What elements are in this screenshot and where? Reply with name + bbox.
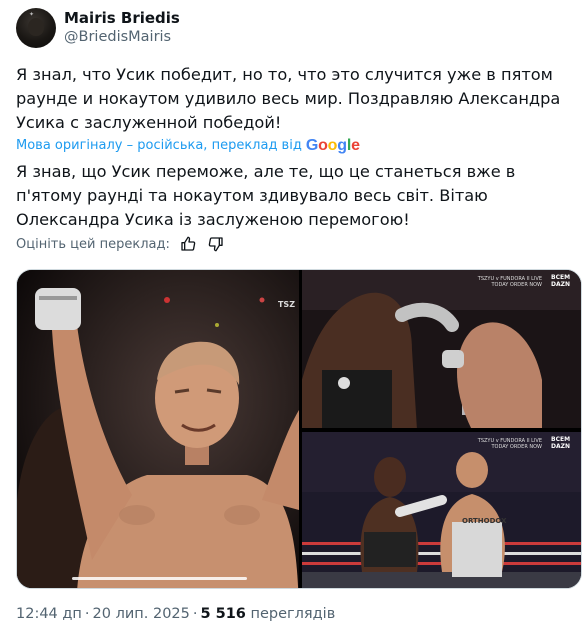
broadcast-badge-top: ВСЕМ DAZN xyxy=(551,274,571,288)
avatar[interactable]: ✦ xyxy=(16,8,56,48)
author-display-name[interactable]: Mairis Briedis xyxy=(64,9,180,28)
media-grid: TSZ TSZYU v FUNDORA II LIVE TODAY ORDER … xyxy=(16,269,582,589)
tweet-time[interactable]: 12:44 дп xyxy=(16,606,82,622)
boxer-celebrating-illustration xyxy=(17,270,299,588)
media-image-top-right[interactable]: TSZYU v FUNDORA II LIVE TODAY ORDER NOW … xyxy=(302,270,581,428)
broadcast-badge-bot: ВСЕМ DAZN xyxy=(551,436,571,450)
media-image-bottom-right[interactable]: ORTHODOX TSZYU v FUNDORA II LIVE TODAY O… xyxy=(302,432,581,588)
author-names: Mairis Briedis @BriedisMairis xyxy=(64,9,180,47)
punch-scene-illustration xyxy=(302,270,581,428)
tweet-date[interactable]: 20 лип. 2025 xyxy=(93,606,190,622)
tweet-header: ✦ Mairis Briedis @BriedisMairis xyxy=(16,8,180,48)
views-label: переглядів xyxy=(250,606,336,622)
translation-note-text: Мова оригіналу – російська, переклад від xyxy=(16,138,302,153)
knockout-scene-illustration xyxy=(302,432,581,588)
thumbs-down-icon[interactable] xyxy=(206,234,226,254)
media-image-main[interactable]: TSZ xyxy=(17,270,299,588)
translation-note-link[interactable]: Мова оригіналу – російська, переклад від… xyxy=(16,136,360,156)
broadcast-overlay-top: TSZYU v FUNDORA II LIVE TODAY ORDER NOW xyxy=(477,276,542,288)
views-count: 5 516 xyxy=(200,606,246,622)
broadcast-corner-text: TSZ xyxy=(277,300,295,309)
google-logo: Google xyxy=(305,137,360,154)
trunks-text: ORTHODOX xyxy=(462,517,507,525)
broadcast-overlay-bot: TSZYU v FUNDORA II LIVE TODAY ORDER NOW xyxy=(477,438,542,450)
author-handle[interactable]: @BriedisMairis xyxy=(64,28,180,47)
thumbs-up-icon[interactable] xyxy=(178,234,198,254)
rate-translation-label: Оцініть цей переклад: xyxy=(16,236,170,252)
tweet-footer: 12:44 дп · 20 лип. 2025 · 5 516 переглядів xyxy=(16,606,336,622)
rate-translation: Оцініть цей переклад: xyxy=(16,234,226,254)
tweet-original-text: Я знал, что Усик победит, но то, что это… xyxy=(16,65,561,132)
tweet-translated-text: Я знав, що Усик переможе, але те, що це … xyxy=(16,162,516,229)
